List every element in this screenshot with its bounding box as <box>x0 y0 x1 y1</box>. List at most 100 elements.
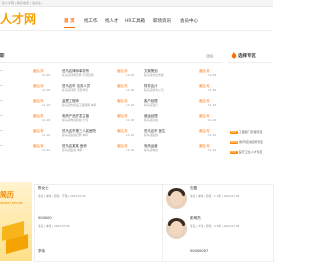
job-date: 11-18 <box>208 118 217 122</box>
job-date: 12-28 <box>42 73 51 77</box>
job-row[interactable]: 驻马店市 医生 面议/月 驻马店医院 11-16 <box>144 128 220 141</box>
jobs-more-link[interactable]: 更多 <box>205 54 216 58</box>
side-item-text[interactable]: 工程部门管理专区 <box>239 130 263 134</box>
job-meta: 驻马店医院 本科 <box>62 148 83 152</box>
resume-banner-subtitle: NEWEST RESUME <box>0 202 23 205</box>
job-row[interactable]: … 面议/月 11-26 <box>0 83 56 96</box>
job-date: 11-18 <box>42 103 51 107</box>
job-row[interactable]: 驻马店市第三人民医院 面议/月 驻马店医院招聘 本科 11-16 <box>62 128 137 141</box>
job-date: 11-18 <box>126 103 135 107</box>
nav-hr-toolbox[interactable]: HR工具箱 <box>125 18 145 24</box>
jobs-section-title: 职 <box>0 54 5 59</box>
job-meta: 驻马店电商科技 大专 <box>62 118 89 122</box>
job-row[interactable]: … 面议/月 11-16 <box>0 128 56 141</box>
nav-find-talent[interactable]: 找人才 <box>105 18 119 24</box>
job-row[interactable]: 文案策划 面议/月 驻马店文化传媒 12-28 <box>144 68 220 81</box>
job-row[interactable]: 驻马店市 法务人员 面议/月 驻马店律所 不限学历 11-26 <box>62 83 137 96</box>
job-meta: 驻马店电商 <box>144 148 158 152</box>
jobs-divider <box>0 62 222 63</box>
job-date: 11-26 <box>42 88 51 92</box>
nav-news[interactable]: 职场资讯 <box>153 18 171 24</box>
job-row[interactable]: … 面议/月 11-18 <box>0 113 56 126</box>
side-item[interactable]: HOT 医疗卫生人才专区 <box>230 150 263 154</box>
job-meta: 驻马店市建设工程监理 本科 <box>62 103 97 107</box>
side-divider <box>228 62 273 63</box>
job-date: 11-16 <box>42 148 51 152</box>
resume-avatar[interactable] <box>166 188 187 209</box>
resume-banner[interactable]: 简历 NEWEST RESUME <box>0 182 32 261</box>
job-meta: 驻马店财务公司 <box>144 88 164 92</box>
resume-card[interactable]: 500000 专员 | 本科 | 2024-07-05 <box>38 216 158 238</box>
resume-card[interactable]: 石磊 专员 | 本科 | 经验：1-3年 | 2024-07-05 <box>190 186 270 208</box>
job-row[interactable]: … 面议/月 11-16 <box>0 143 56 156</box>
resume-card[interactable]: 陈女士 专员 | 本科 | 经验：不限 | 2024-07-05 <box>38 186 158 208</box>
jobs-column-1: … 面议/月 12-28 … 面议/月 11-26 … 面议/月 11-18 …… <box>0 68 56 158</box>
job-row[interactable]: 驻马店律师事务所 面议/月 驻马店律所招聘 不限经验 12-28 <box>62 68 137 81</box>
job-meta: 驻马店医院招聘 本科 <box>62 133 89 137</box>
job-row[interactable]: 电商产品开发主管 面议/月 驻马店电商科技 大专 11-18 <box>62 113 137 126</box>
nav-divider <box>0 30 273 31</box>
job-date: 11-18 <box>126 118 135 122</box>
resume-card[interactable]: 李伟 <box>38 249 158 260</box>
resume-name[interactable]: 彭明杰 <box>190 216 201 221</box>
job-date: 11-18 <box>208 103 217 107</box>
top-bar: 的人才网 | 联系电话 | 请关注... <box>0 0 273 7</box>
nav-member-center[interactable]: 会员中心 <box>180 18 198 24</box>
job-title[interactable]: … <box>0 143 3 147</box>
job-row[interactable]: 电商运营 面议/月 驻马店电商 11-16 <box>144 143 220 156</box>
job-row[interactable]: … 面议/月 11-18 <box>0 98 56 111</box>
job-date: 11-16 <box>42 133 51 137</box>
resume-card[interactable]: 50000007 <box>190 249 270 260</box>
job-title[interactable]: … <box>0 68 3 72</box>
job-row[interactable]: … 面议/月 12-28 <box>0 68 56 81</box>
main-nav: 首 页 找工作 找人才 HR工具箱 职场资讯 会员中心 <box>0 18 273 28</box>
job-meta: 驻马店银行 <box>144 103 158 107</box>
job-date: 11-16 <box>126 148 135 152</box>
side-item-text[interactable]: 医疗卫生人才专区 <box>239 150 263 154</box>
job-title[interactable]: … <box>0 113 3 117</box>
job-date: 11-26 <box>126 88 135 92</box>
side-list: HOT 工程部门管理专区 NEW 教育培训招聘专区 HOT 医疗卫生人才专区 <box>230 130 273 164</box>
resume-info: 专员 | 大专 | 经验：3-5年 | 2024-07-05 <box>190 224 240 228</box>
side-title: 选择专区 <box>238 54 256 59</box>
resume-name[interactable]: 500000 <box>38 216 52 220</box>
resume-info: 专员 | 本科 | 经验：不限 | 2024-07-05 <box>38 194 86 198</box>
job-date: 12-28 <box>126 73 135 77</box>
job-date: 11-26 <box>208 88 217 92</box>
job-date: 12-28 <box>208 73 217 77</box>
resume-card[interactable]: 彭明杰 专员 | 大专 | 经验：3-5年 | 2024-07-05 <box>190 216 270 238</box>
resume-name[interactable]: 李伟 <box>38 249 45 254</box>
top-bar-text: 的人才网 | 联系电话 | 请关注... <box>2 1 44 5</box>
side-item-tag: NEW <box>230 141 239 144</box>
side-item[interactable]: NEW 教育培训招聘专区 <box>230 140 263 144</box>
resume-avatar[interactable] <box>166 218 187 239</box>
job-row[interactable]: 营运经理 面议/月 驻马店商贸 11-18 <box>144 113 220 126</box>
job-date: 11-16 <box>126 133 135 137</box>
resume-name[interactable]: 50000007 <box>190 249 208 253</box>
jobs-column-2: 驻马店律师事务所 面议/月 驻马店律所招聘 不限经验 12-28 驻马店市 法务… <box>62 68 137 158</box>
resume-name[interactable]: 石磊 <box>190 186 197 191</box>
side-item-tag: HOT <box>230 131 238 134</box>
side-item-text[interactable]: 教育培训招聘专区 <box>239 140 263 144</box>
nav-active-indicator <box>64 27 75 28</box>
resume-banner-title: 简历 <box>0 191 14 199</box>
job-row[interactable]: 财务会计 面议/月 驻马店财务公司 11-26 <box>144 83 220 96</box>
side-item[interactable]: HOT 工程部门管理专区 <box>230 130 263 134</box>
job-title[interactable]: … <box>0 128 3 132</box>
job-row[interactable]: 驻马店某某 医师 面议/月 驻马店医院 本科 11-16 <box>62 143 137 156</box>
job-title[interactable]: … <box>0 98 3 102</box>
job-meta: 驻马店律所招聘 不限经验 <box>62 73 94 77</box>
job-title[interactable]: … <box>0 83 3 87</box>
job-meta: 驻马店文化传媒 <box>144 73 164 77</box>
nav-home[interactable]: 首 页 <box>64 18 75 24</box>
job-meta: 驻马店商贸 <box>144 118 158 122</box>
resume-info: 专员 | 本科 | 经验：1-3年 | 2024-07-05 <box>190 194 240 198</box>
resume-name[interactable]: 陈女士 <box>38 186 49 191</box>
flame-icon <box>231 52 237 59</box>
job-date: 11-18 <box>42 118 51 122</box>
job-row[interactable]: 监理工程师 面议/月 驻马店市建设工程监理 本科 11-18 <box>62 98 137 111</box>
resume-info: 专员 | 本科 | 2024-07-05 <box>38 224 70 228</box>
nav-find-job[interactable]: 找工作 <box>84 18 98 24</box>
jobs-column-3: 文案策划 面议/月 驻马店文化传媒 12-28 财务会计 面议/月 驻马店财务公… <box>144 68 220 158</box>
job-row[interactable]: 客户经理 面议/月 驻马店银行 11-18 <box>144 98 220 111</box>
